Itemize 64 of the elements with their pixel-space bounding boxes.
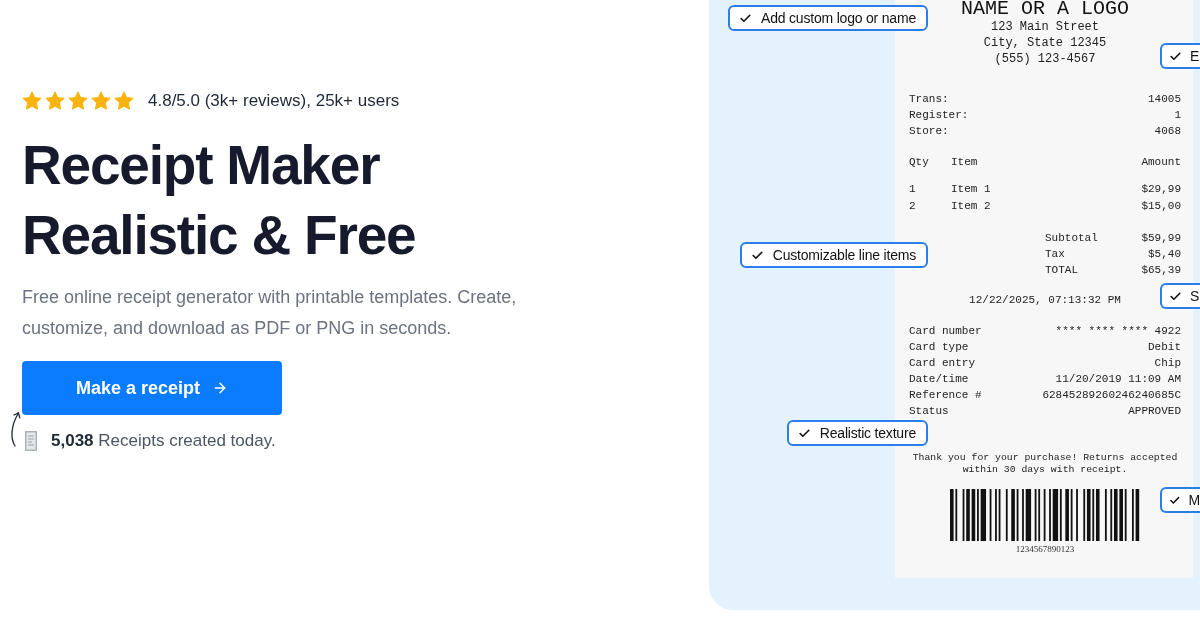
star-icon bbox=[114, 91, 134, 111]
star-icon bbox=[68, 91, 88, 111]
receipt-label: Card entry bbox=[909, 356, 975, 371]
receipt-label: Reference # bbox=[909, 388, 982, 403]
receipt-value: 62845289260246240685C bbox=[1042, 388, 1181, 403]
receipt-value: 1 bbox=[1174, 108, 1181, 123]
item-amount: $15,00 bbox=[1141, 199, 1181, 214]
receipt-icon bbox=[25, 431, 37, 451]
feature-label: Customizable line items bbox=[772, 247, 916, 263]
receipt-label: Card type bbox=[909, 340, 969, 355]
check-icon bbox=[1169, 289, 1182, 303]
hero-title: Receipt Maker bbox=[22, 133, 380, 198]
check-icon bbox=[797, 426, 811, 440]
receipt-label: Trans: bbox=[909, 92, 949, 107]
total-value: $59,99 bbox=[1141, 231, 1181, 246]
check-icon bbox=[1169, 49, 1182, 63]
item-name: Item 2 bbox=[951, 199, 991, 214]
feature-label: M bbox=[1188, 492, 1200, 508]
receipt-timestamp: 12/22/2025, 07:13:32 PM bbox=[969, 293, 1121, 308]
check-icon bbox=[750, 248, 764, 262]
receipt-value: APPROVED bbox=[1128, 404, 1181, 419]
item-qty: 2 bbox=[909, 199, 916, 214]
item-name: Item 1 bbox=[951, 182, 991, 197]
star-icon bbox=[22, 91, 42, 111]
item-qty: 1 bbox=[909, 182, 916, 197]
item-amount: $29,99 bbox=[1141, 182, 1181, 197]
address-line: (555) 123-4567 bbox=[994, 51, 1096, 67]
hero-description: Free online receipt generator with printable templates. Create, customize, and download as PDF or PNG in seconds. bbox=[22, 286, 518, 340]
feature-label: S bbox=[1190, 288, 1200, 304]
footer-note: Thank you for your purchase! Returns accepted within 30 days with receipt. bbox=[911, 452, 1179, 476]
rating-text: 4.8/5.0 (3k+ reviews), 25k+ users bbox=[148, 91, 400, 111]
receipt-label: Status bbox=[909, 404, 949, 419]
receipt-value: 14005 bbox=[1148, 92, 1181, 107]
receipts-count-text: 5,038 Receipts created today. bbox=[51, 430, 276, 452]
total-value: $65,39 bbox=[1141, 263, 1181, 278]
column-header: Item bbox=[951, 155, 978, 170]
feature-label: Realistic texture bbox=[819, 425, 916, 441]
receipt-value: 4068 bbox=[1154, 124, 1181, 139]
feature-label: Add custom logo or name bbox=[761, 10, 916, 26]
check-icon bbox=[739, 11, 753, 25]
receipt-label: Register: bbox=[909, 108, 969, 123]
feature-label: E bbox=[1190, 48, 1200, 64]
receipt-label: Store: bbox=[909, 124, 949, 139]
star-icon bbox=[91, 91, 111, 111]
address-line: City, State 12345 bbox=[983, 35, 1107, 51]
receipt-value: Debit bbox=[1148, 340, 1181, 355]
make-receipt-button[interactable]: Make a receipt bbox=[22, 361, 282, 415]
receipt-label: Date/time bbox=[909, 372, 969, 387]
star-icon bbox=[45, 91, 65, 111]
column-header: Qty bbox=[909, 155, 929, 170]
column-header: Amount bbox=[1141, 155, 1181, 170]
total-value: $5,40 bbox=[1148, 247, 1181, 262]
receipt-value: 11/20/2019 11:09 AM bbox=[1055, 372, 1181, 387]
total-label: Subtotal bbox=[1045, 231, 1098, 246]
total-label: Tax bbox=[1045, 247, 1065, 262]
receipt-label: Card number bbox=[909, 324, 982, 339]
curved-arrow-icon bbox=[9, 411, 21, 447]
receipt-value: **** **** **** 4922 bbox=[1055, 324, 1181, 339]
barcode-number: 1234567890123 bbox=[1015, 544, 1075, 554]
receipt-value: Chip bbox=[1154, 356, 1181, 371]
address-line: 123 Main Street bbox=[991, 19, 1099, 35]
total-label: TOTAL bbox=[1045, 263, 1078, 278]
business-name: NAME OR A LOGO bbox=[961, 0, 1129, 18]
hero-title: Realistic & Free bbox=[22, 203, 416, 268]
